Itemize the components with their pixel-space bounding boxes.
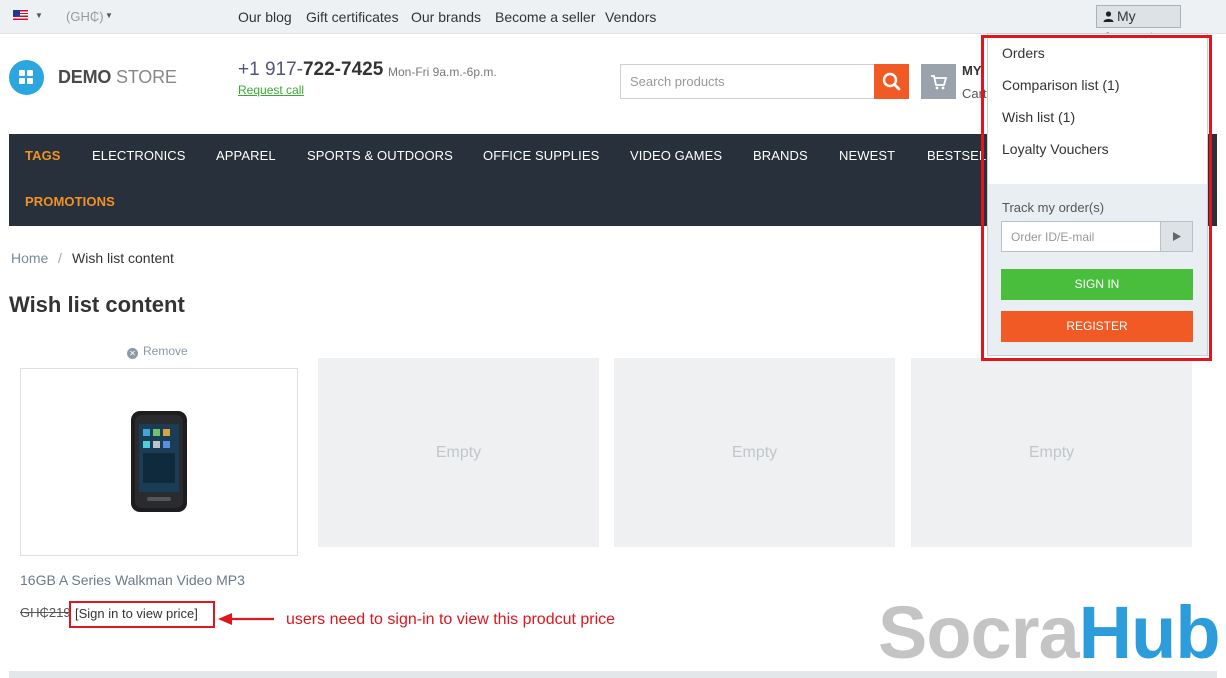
walkman-player-icon [131,411,187,512]
nav-office-supplies[interactable]: OFFICE SUPPLIES [483,148,599,163]
nav-apparel[interactable]: APPAREL [216,148,276,163]
product-name-link[interactable]: 16GB A Series Walkman Video MP3 [20,572,245,588]
phone-number: +1 917-722-7425 [238,59,383,81]
language-caret-icon[interactable]: ▼ [35,11,43,20]
cart-icon [931,75,948,90]
breadcrumb-current: Wish list content [72,250,174,266]
remove-label: Remove [143,344,188,358]
annotation-text: users need to sign-in to view this prodc… [286,611,616,628]
top-link-become-seller[interactable]: Become a seller [495,9,595,25]
nav-video-games[interactable]: VIDEO GAMES [630,148,722,163]
sign-in-to-view-price-link[interactable]: [Sign in to view price] [69,601,215,628]
empty-slot-3: Empty [911,358,1192,547]
product-old-price: GH₵219 [20,605,71,620]
cart-button[interactable] [921,64,956,99]
business-hours: Mon-Fri 9a.m.-6p.m. [388,65,497,79]
product-image[interactable] [20,368,298,556]
page-title: Wish list content [9,292,185,317]
nav-brands[interactable]: BRANDS [753,148,808,163]
watermark-part1: Socra [878,591,1080,674]
logo-bold: DEMO [58,67,112,87]
top-link-brands[interactable]: Our brands [411,9,481,25]
empty-slot-2: Empty [614,358,895,547]
top-link-gift-certificates[interactable]: Gift certificates [306,9,399,25]
annotation-arrow-icon [218,613,274,625]
cart-title[interactable]: MY [962,63,982,78]
breadcrumb-home[interactable]: Home [11,250,48,266]
phone-main: 722-7425 [302,59,384,80]
top-link-vendors[interactable]: Vendors [605,9,656,25]
nav-promotions[interactable]: PROMOTIONS [25,194,115,209]
currency-selector[interactable]: (GH₵) [66,9,104,24]
close-icon: ✕ [127,348,138,359]
highlight-frame [981,35,1212,361]
search-icon [882,72,901,91]
search-button[interactable] [874,64,909,99]
socrahub-watermark: SocraHub [878,596,1221,670]
logo-text[interactable]: DEMO STORE [58,67,177,88]
user-icon [1103,11,1114,22]
watermark-part2: Hub [1078,591,1221,674]
nav-newest[interactable]: NEWEST [839,148,895,163]
search-input[interactable]: Search products [620,64,875,99]
logo-light: STORE [116,67,177,87]
my-account-button[interactable]: My Account ▼ [1096,5,1181,45]
nav-bestsellers[interactable]: BESTSEL [927,148,986,163]
remove-button[interactable]: ✕ Remove [127,344,188,359]
nav-tags[interactable]: TAGS [25,148,61,163]
currency-caret-icon[interactable]: ▼ [105,11,113,20]
breadcrumb-separator: / [58,250,62,266]
empty-slot-1: Empty [318,358,599,547]
phone-prefix: +1 917- [238,59,303,80]
us-flag-icon[interactable] [13,10,28,20]
top-link-blog[interactable]: Our blog [238,9,292,25]
request-call-link[interactable]: Request call [238,83,304,97]
logo-grid-icon [19,70,34,85]
nav-sports-outdoors[interactable]: SPORTS & OUTDOORS [307,148,453,163]
nav-electronics[interactable]: ELECTRONICS [92,148,186,163]
